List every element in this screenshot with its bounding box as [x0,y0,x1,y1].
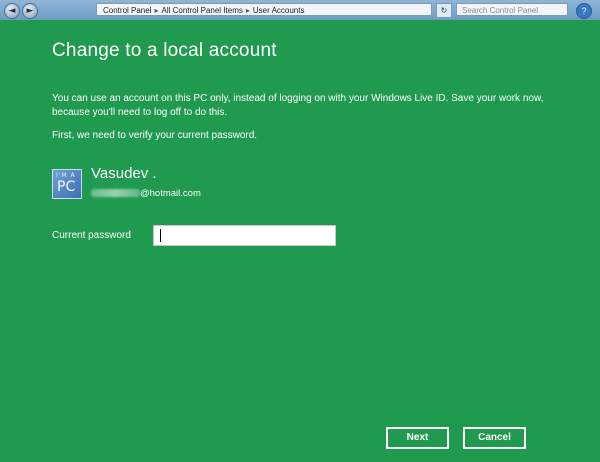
page-title: Change to a local account [52,40,277,61]
cancel-button[interactable]: Cancel [463,427,526,449]
refresh-icon[interactable]: ↻ [436,3,452,18]
current-password-input[interactable] [153,225,336,246]
search-input[interactable]: Search Control Panel [456,3,568,16]
user-name: Vasudev . [91,165,157,182]
breadcrumb-item[interactable]: User Accounts [253,6,305,15]
breadcrumb-item[interactable]: Control Panel [103,6,151,15]
user-email: @hotmail.com [91,188,201,199]
avatar-text: PC [57,179,76,195]
text-cursor [160,229,161,242]
redacted-email-local-part [91,189,140,197]
breadcrumb-item[interactable]: All Control Panel Items [162,6,243,15]
avatar: I'M A PC [52,169,82,199]
breadcrumb-separator-icon: ▸ [245,6,250,15]
email-domain: @hotmail.com [140,188,201,199]
address-bar[interactable]: Control Panel ▸ All Control Panel Items ▸ Us… [96,3,432,16]
forward-arrow-icon: ► [26,6,34,16]
avatar-top-text: I'M A [56,172,76,179]
verify-text: First, we need to verify your current pa… [52,130,258,141]
breadcrumb-separator-icon: ▸ [154,6,159,15]
back-arrow-icon: ◄ [8,6,16,16]
back-button[interactable]: ◄ [4,3,20,19]
next-button[interactable]: Next [386,427,449,449]
explorer-toolbar: ◄ ► Control Panel ▸ All Control Panel Item… [0,0,600,20]
intro-text: You can use an account on this PC only, … [52,93,544,118]
current-password-label: Current password [52,230,131,241]
help-button[interactable]: ? [576,3,592,19]
forward-button[interactable]: ► [22,3,38,19]
search-placeholder: Search Control Panel [462,6,539,15]
help-icon: ? [581,6,587,16]
